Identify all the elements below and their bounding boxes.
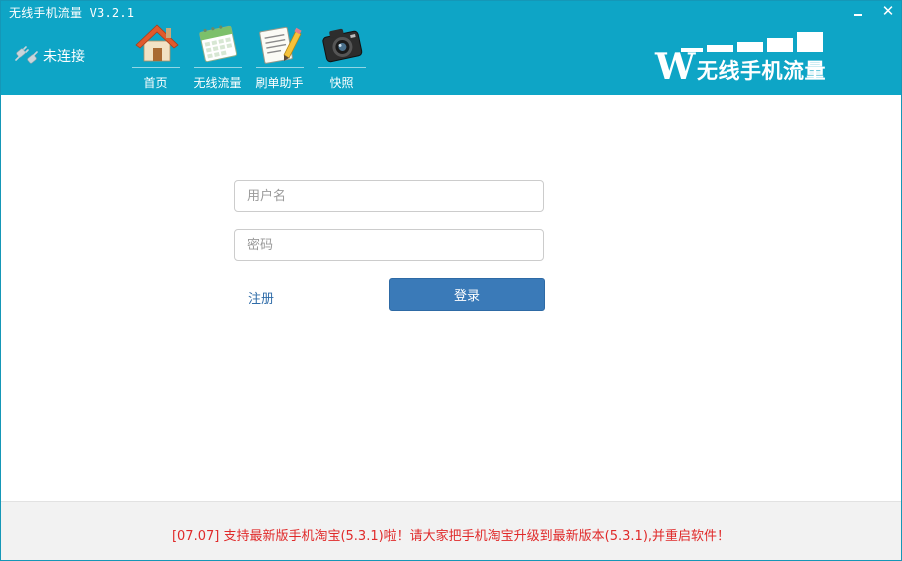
minimize-icon xyxy=(854,14,862,16)
logo-text: 无线手机流量 xyxy=(697,58,826,83)
password-input[interactable] xyxy=(234,229,544,261)
connection-status-label: 未连接 xyxy=(43,49,85,65)
close-button[interactable]: ✕ xyxy=(877,3,899,21)
nav-home-underline xyxy=(131,67,180,68)
login-button[interactable]: 登录 xyxy=(389,278,545,311)
plug-icon xyxy=(15,46,38,64)
footer-bar: [07.07] 支持最新版手机淘宝(5.3.1)啦！请大家把手机淘宝升级到最新版… xyxy=(1,501,901,560)
notepad-pencil-icon xyxy=(258,26,302,64)
logo-w: W xyxy=(655,46,696,88)
nav-order-assistant-label: 刷单助手 xyxy=(255,76,304,90)
nav-snapshot-underline xyxy=(317,67,366,68)
app-window: 无线手机流量 V3.2.1 ✕ 未连接 首页 无线流量 刷单助手 快照 W 无线… xyxy=(0,0,902,561)
nav-order-assistant-underline xyxy=(255,67,304,68)
nav-snapshot-label: 快照 xyxy=(329,76,354,90)
username-input[interactable] xyxy=(234,180,544,212)
calendar-icon xyxy=(198,25,237,63)
brand-logo: W 无线手机流量 xyxy=(655,31,855,87)
close-icon: ✕ xyxy=(881,2,895,20)
register-link[interactable]: 注册 xyxy=(248,288,274,307)
house-icon xyxy=(134,24,179,62)
nav-snapshot[interactable]: 快照 xyxy=(313,21,370,91)
connection-status: 未连接 xyxy=(15,45,85,67)
nav-order-assistant[interactable]: 刷单助手 xyxy=(251,21,308,91)
top-nav: 首页 无线流量 刷单助手 快照 xyxy=(127,21,375,91)
nav-wireless-traffic-label: 无线流量 xyxy=(193,76,242,90)
nav-home-label: 首页 xyxy=(143,76,168,90)
camera-icon xyxy=(321,28,362,63)
update-notice: [07.07] 支持最新版手机淘宝(5.3.1)啦！请大家把手机淘宝升级到最新版… xyxy=(171,529,731,544)
nav-wireless-traffic-underline xyxy=(193,67,242,68)
signal-bars-icon xyxy=(681,32,823,52)
window-title: 无线手机流量 V3.2.1 xyxy=(9,6,135,20)
minimize-button[interactable] xyxy=(847,3,869,21)
header-bar: 无线手机流量 V3.2.1 ✕ 未连接 首页 无线流量 刷单助手 快照 W 无线… xyxy=(1,1,901,95)
nav-home[interactable]: 首页 xyxy=(127,21,184,91)
nav-wireless-traffic[interactable]: 无线流量 xyxy=(189,21,246,91)
